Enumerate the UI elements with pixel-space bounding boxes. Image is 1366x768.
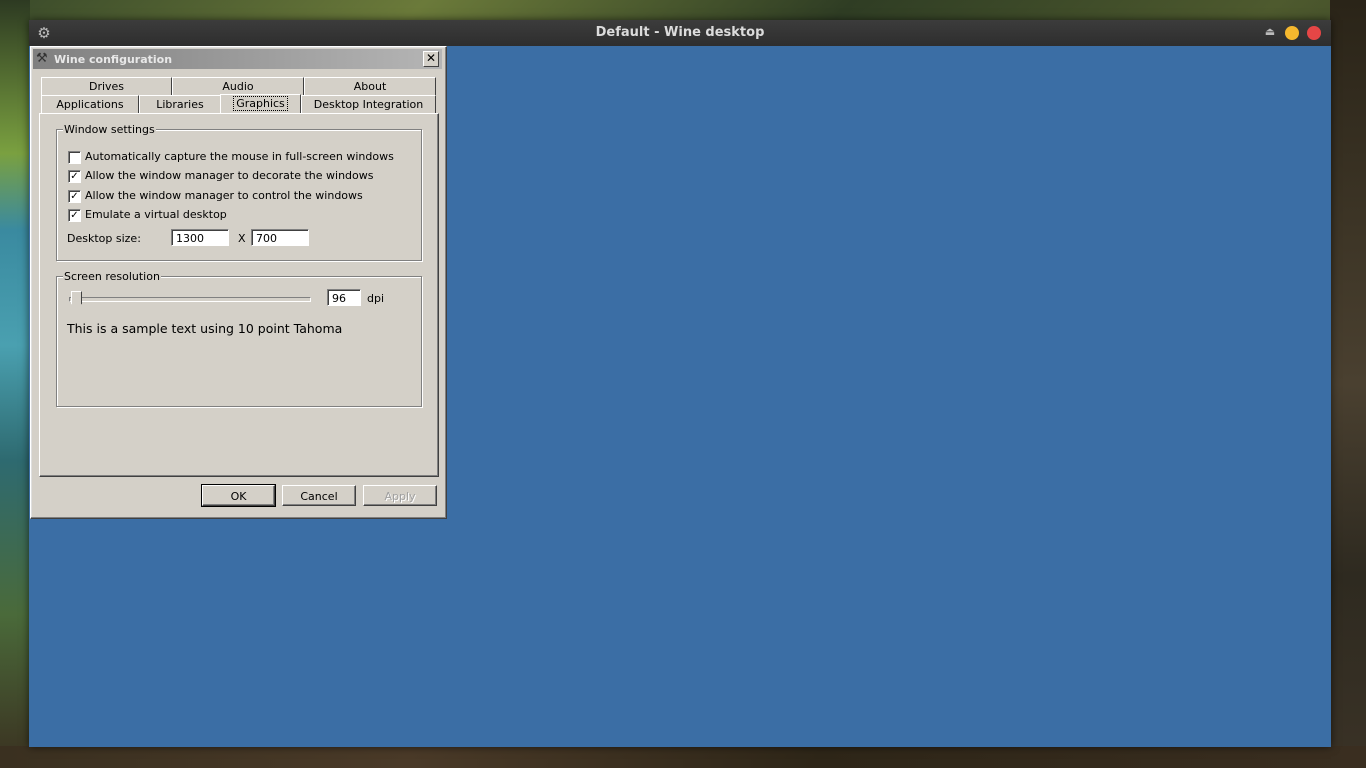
tab-label: Audio (222, 80, 254, 93)
dialog-close-button[interactable]: ✕ (423, 51, 439, 67)
dpi-slider-thumb[interactable] (71, 291, 82, 309)
sample-text: This is a sample text using 10 point Tah… (67, 321, 343, 336)
desktop-size-label: Desktop size: (67, 232, 141, 245)
window-settings-group: Window settings Automatically capture th… (56, 123, 422, 261)
screen-resolution-label: Screen resolution (63, 270, 161, 283)
screen-resolution-group: Screen resolution 96 dpi This is a sampl… (56, 270, 422, 407)
tab-desktop-integration[interactable]: Desktop Integration (301, 95, 436, 113)
tab-libraries[interactable]: Libraries (139, 95, 221, 113)
wine-config-icon: ⚒ (36, 51, 48, 66)
tab-audio[interactable]: Audio (172, 77, 304, 95)
tab-applications[interactable]: Applications (41, 95, 139, 113)
tab-label: Libraries (156, 98, 204, 111)
checkbox-label: Automatically capture the mouse in full-… (85, 150, 394, 163)
eject-icon[interactable]: ⏏ (1263, 25, 1277, 39)
host-window-title: Default - Wine desktop (595, 25, 765, 40)
wine-configuration-dialog: ⚒ Wine configuration ✕ Drives Audio Abou… (30, 46, 447, 519)
checkmark-icon[interactable]: ✓ (68, 190, 81, 203)
desktop-wallpaper-bottom (0, 746, 1366, 768)
tab-about[interactable]: About (304, 77, 436, 95)
tab-graphics[interactable]: Graphics (220, 94, 301, 114)
ok-button[interactable]: OK (201, 484, 276, 507)
dialog-title: Wine configuration (54, 53, 173, 66)
window-settings-label: Window settings (63, 123, 156, 136)
host-titlebar[interactable]: ⚙ Default - Wine desktop ⏏ (29, 20, 1331, 46)
close-button[interactable] (1307, 26, 1321, 40)
apply-button[interactable]: Apply (363, 485, 437, 506)
checkmark-icon[interactable]: ✓ (68, 209, 81, 222)
size-separator: X (238, 232, 246, 245)
tab-label: Drives (88, 80, 125, 93)
desktop-height-input[interactable]: 700 (251, 229, 309, 246)
tab-label: Applications (56, 98, 124, 111)
tab-label: Graphics (233, 96, 288, 111)
tab-label: About (353, 80, 387, 93)
checkbox-label: Emulate a virtual desktop (85, 208, 227, 221)
desktop-width-input[interactable]: 1300 (171, 229, 229, 246)
cancel-button[interactable]: Cancel (282, 485, 356, 506)
dialog-titlebar[interactable]: ⚒ Wine configuration ✕ (33, 49, 442, 69)
tab-drives[interactable]: Drives (41, 77, 172, 95)
checkbox-label: Allow the window manager to decorate the… (85, 169, 374, 182)
checkbox-box[interactable] (68, 151, 81, 164)
desktop-wallpaper-right (1330, 0, 1366, 768)
dpi-input[interactable]: 96 (327, 289, 361, 306)
minimize-button[interactable] (1285, 26, 1299, 40)
checkbox-label: Allow the window manager to control the … (85, 189, 363, 202)
dpi-unit-label: dpi (367, 292, 385, 305)
desktop-wallpaper-left (0, 0, 30, 768)
checkmark-icon[interactable]: ✓ (68, 170, 81, 183)
tab-label: Desktop Integration (313, 98, 424, 111)
dpi-slider-track[interactable] (69, 297, 311, 302)
graphics-tab-panel: Window settings Automatically capture th… (39, 113, 439, 477)
